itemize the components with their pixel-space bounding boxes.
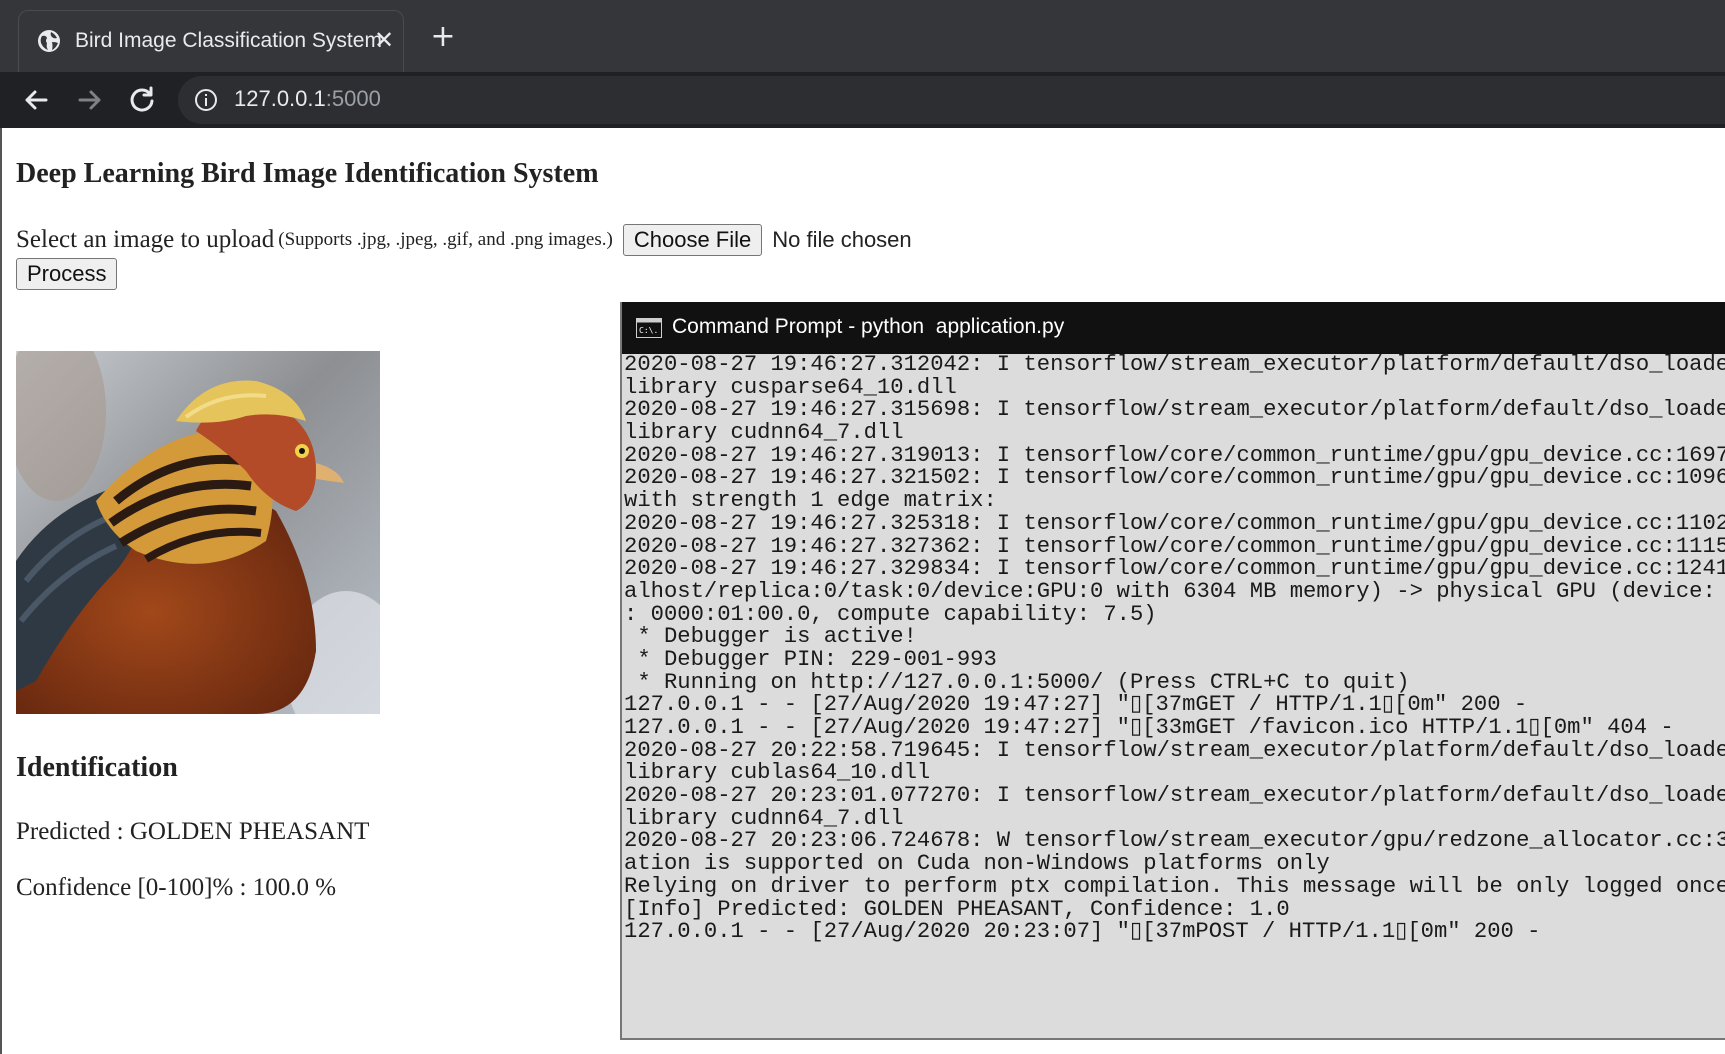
- console-line: 2020-08-27 19:46:27.319013: I tensorflow…: [624, 442, 1725, 468]
- console-line: 2020-08-27 19:46:27.321502: I tensorflow…: [624, 465, 1725, 491]
- command-prompt-window[interactable]: C:\. Command Prompt - python application…: [620, 302, 1725, 1040]
- url-text: 127.0.0.1:5000: [234, 86, 381, 112]
- upload-form: Select an image to upload (Supports .jpg…: [16, 224, 912, 260]
- file-status-text: No file chosen: [772, 227, 912, 252]
- browser-toolbar: 127.0.0.1:5000: [0, 72, 1725, 128]
- console-line: alhost/replica:0/task:0/device:GPU:0 wit…: [624, 578, 1725, 604]
- console-line: 2020-08-27 19:46:27.325318: I tensorflow…: [624, 510, 1725, 536]
- page-title: Deep Learning Bird Image Identification …: [16, 158, 599, 189]
- console-line: 2020-08-27 20:23:01.077270: I tensorflow…: [624, 783, 1725, 809]
- command-prompt-title: Command Prompt - python application.py: [672, 315, 1065, 338]
- upload-label: Select an image to upload: [16, 226, 275, 253]
- url-port: :5000: [325, 86, 381, 111]
- bird-image: [16, 351, 380, 714]
- tab-title: Bird Image Classification System: [75, 29, 382, 52]
- console-line: : 0000:01:00.0, compute capability: 7.5): [624, 601, 1157, 627]
- console-line: 2020-08-27 20:23:06.724678: W tensorflow…: [624, 828, 1725, 854]
- console-line: 2020-08-27 19:46:27.329834: I tensorflow…: [624, 556, 1725, 582]
- console-line: * Debugger is active!: [624, 624, 917, 650]
- new-tab-button[interactable]: +: [428, 22, 458, 52]
- console-line: 127.0.0.1 - - [27/Aug/2020 19:47:27] "▯[…: [624, 715, 1674, 740]
- browser-tab[interactable]: Bird Image Classification System ✕: [18, 10, 404, 73]
- console-line: Relying on driver to perform ptx compila…: [624, 873, 1725, 899]
- console-line: ation is supported on Cuda non-Windows p…: [624, 851, 1330, 877]
- console-line: library cusparse64_10.dll: [624, 374, 957, 400]
- console-output[interactable]: 2020-08-27 19:46:27.312042: I tensorflow…: [624, 354, 1725, 1038]
- console-line: library cudnn64_7.dll: [624, 805, 904, 831]
- upload-hint: (Supports .jpg, .jpeg, .gif, and .png im…: [278, 229, 613, 250]
- console-line: library cudnn64_7.dll: [624, 420, 904, 446]
- browser-chrome: Bird Image Classification System ✕ + 127…: [0, 0, 1725, 128]
- url-host: 127.0.0.1: [234, 86, 326, 111]
- predicted-result: Predicted : GOLDEN PHEASANT: [16, 818, 370, 845]
- back-arrow-icon[interactable]: [20, 84, 52, 116]
- address-bar[interactable]: 127.0.0.1:5000: [178, 76, 1725, 124]
- reload-icon[interactable]: [126, 84, 158, 116]
- console-line: [Info] Predicted: GOLDEN PHEASANT, Confi…: [624, 896, 1290, 922]
- console-line: 2020-08-27 19:46:27.327362: I tensorflow…: [624, 533, 1725, 559]
- console-line: 2020-08-27 20:22:58.719645: I tensorflow…: [624, 737, 1725, 763]
- identification-heading: Identification: [16, 752, 178, 783]
- svg-text:C:\.: C:\.: [639, 326, 658, 335]
- info-icon[interactable]: [194, 88, 218, 112]
- page-border: [0, 128, 2, 1054]
- close-tab-button[interactable]: ✕: [369, 25, 399, 55]
- command-prompt-titlebar[interactable]: C:\. Command Prompt - python application…: [622, 302, 1725, 354]
- console-line: library cublas64_10.dll: [624, 760, 931, 786]
- console-line: * Debugger PIN: 229-001-993: [624, 646, 997, 672]
- terminal-icon: C:\.: [636, 318, 662, 338]
- confidence-result: Confidence [0-100]% : 100.0 %: [16, 874, 337, 901]
- process-button[interactable]: Process: [16, 258, 118, 290]
- choose-file-button[interactable]: Choose File: [622, 224, 763, 256]
- globe-icon: [38, 30, 60, 52]
- console-line: 127.0.0.1 - - [27/Aug/2020 19:47:27] "▯[…: [624, 692, 1528, 718]
- console-line: 2020-08-27 19:46:27.315698: I tensorflow…: [624, 397, 1725, 423]
- console-line: 127.0.0.1 - - [27/Aug/2020 20:23:07] "▯[…: [624, 919, 1541, 945]
- console-line: with strength 1 edge matrix:: [624, 488, 997, 514]
- console-line: * Running on http://127.0.0.1:5000/ (Pre…: [624, 669, 1410, 695]
- console-line: 2020-08-27 19:46:27.312042: I tensorflow…: [624, 354, 1725, 377]
- forward-arrow-icon[interactable]: [74, 84, 106, 116]
